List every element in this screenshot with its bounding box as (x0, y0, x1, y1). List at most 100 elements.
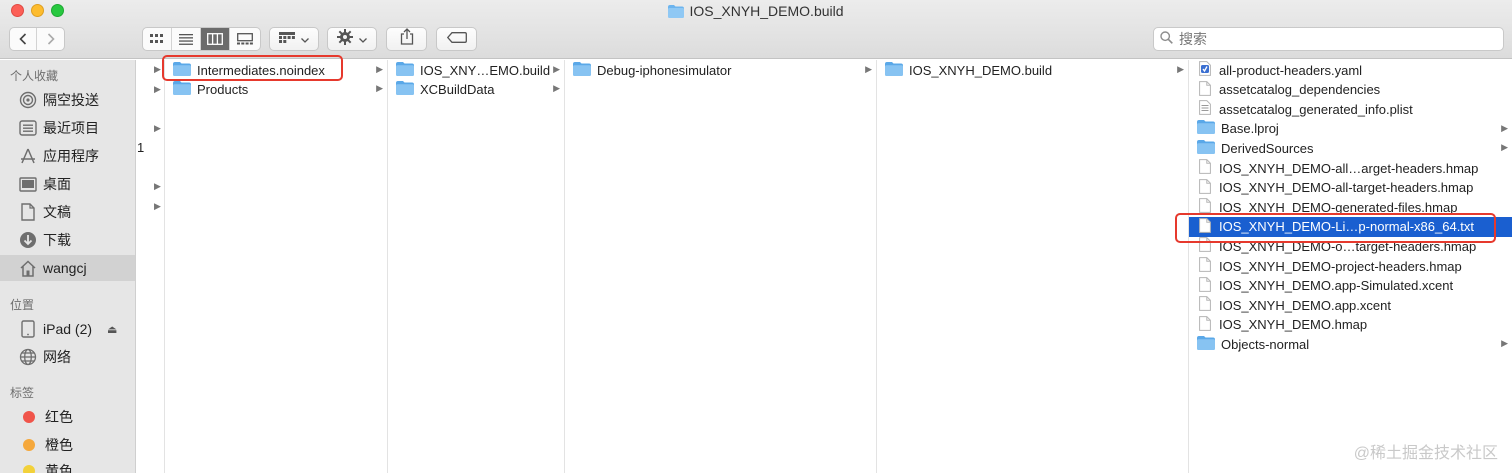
document-icon (1199, 159, 1211, 177)
sidebar-item-documents[interactable]: 文稿 (0, 199, 135, 225)
tag-button[interactable] (436, 27, 477, 51)
list-item[interactable]: IOS_XNYH_DEMO-project-headers.hmap (1189, 256, 1512, 276)
list-item[interactable]: IOS_XNYH_DEMO-Li…p-normal-x86_64.txt (1189, 216, 1512, 237)
airdrop-icon (19, 91, 37, 109)
sidebar-item-ipad[interactable]: iPad (2) ⏏ (0, 316, 135, 342)
list-item[interactable]: IOS_XNYH_DEMO.app.xcent (1189, 295, 1512, 315)
disclosure-arrow-icon[interactable]: ▶ (154, 201, 161, 212)
action-menu-button[interactable] (327, 27, 377, 51)
chevron-down-icon (359, 30, 367, 48)
toolbar: IOS_XNYH_DEMO.build (0, 0, 1512, 59)
sidebar-section-tags: 标签 (10, 386, 35, 400)
list-item[interactable]: DerivedSources ▶ (1189, 138, 1512, 158)
sidebar-item-home[interactable]: wangcj (0, 255, 135, 281)
list-item[interactable]: Products ▶ (165, 79, 387, 99)
disclosure-arrow-icon: ▶ (376, 83, 383, 93)
item-name: IOS_XNYH_DEMO-Li…p-normal-x86_64.txt (1219, 219, 1475, 235)
document-icon (1199, 198, 1211, 216)
list-item[interactable]: all-product-headers.yaml (1189, 60, 1512, 80)
browser-column-2: IOS_XNY…EMO.build ▶ XCBuildData ▶ (388, 60, 565, 473)
share-button[interactable] (386, 27, 427, 51)
sidebar-item-label: 下载 (43, 232, 71, 248)
disclosure-arrow-icon: ▶ (1501, 142, 1508, 153)
list-item[interactable]: IOS_XNYH_DEMO-generated-files.hmap (1189, 197, 1512, 217)
list-item[interactable]: Intermediates.noindex ▶ (165, 60, 387, 80)
search-input[interactable] (1179, 31, 1479, 47)
document-icon (1199, 257, 1211, 275)
sidebar-item-desktop[interactable]: 桌面 (0, 171, 135, 197)
item-name: IOS_XNYH_DEMO.app.xcent (1219, 297, 1391, 313)
item-name: IOS_XNYH_DEMO-all-target-headers.hmap (1219, 180, 1474, 196)
item-name: IOS_XNYH_DEMO-generated-files.hmap (1219, 199, 1458, 215)
list-item[interactable]: assetcatalog_generated_info.plist (1189, 99, 1512, 119)
watermark: @稀土掘金技术社区 (1353, 445, 1498, 462)
share-icon (400, 28, 414, 50)
disclosure-arrow-icon[interactable]: ▶ (154, 64, 161, 75)
list-item[interactable]: assetcatalog_dependencies (1189, 80, 1512, 100)
icon-view-icon[interactable] (143, 28, 172, 50)
list-item[interactable]: IOS_XNY…EMO.build ▶ (388, 60, 564, 80)
list-item[interactable]: XCBuildData ▶ (388, 79, 564, 99)
home-icon (19, 259, 37, 277)
list-view-icon[interactable] (172, 28, 201, 50)
item-name: IOS_XNYH_DEMO.build (909, 62, 1053, 78)
folder-icon (173, 61, 191, 79)
gallery-view-icon[interactable] (230, 28, 259, 50)
list-item[interactable]: Base.lproj ▶ (1189, 119, 1512, 139)
sidebar-item-tag-yellow[interactable]: 黄色 (0, 458, 135, 473)
sidebar-item-downloads[interactable]: 下载 (0, 227, 135, 253)
disclosure-arrow-icon: ▶ (1501, 122, 1508, 133)
ipad-icon (19, 320, 37, 338)
sidebar-item-label: 桌面 (43, 176, 71, 192)
column-item-label: 1 (137, 140, 145, 155)
item-name: assetcatalog_dependencies (1219, 82, 1381, 98)
chevron-left-icon[interactable] (10, 28, 37, 50)
disclosure-arrow-icon[interactable]: ▶ (154, 84, 161, 95)
document-icon (1199, 296, 1211, 314)
sidebar-item-label: 橙色 (45, 437, 73, 453)
item-name: all-product-headers.yaml (1219, 62, 1363, 78)
item-name: IOS_XNYH_DEMO.app-Simulated.xcent (1219, 278, 1454, 294)
eject-icon[interactable]: ⏏ (107, 323, 117, 336)
folder-icon (1197, 120, 1215, 137)
list-item[interactable]: Objects-normal ▶ (1189, 334, 1512, 354)
document-icon (1199, 80, 1211, 99)
sidebar-item-label: 黄色 (45, 463, 73, 473)
yellow-tag-icon (23, 465, 35, 473)
item-name: Base.lproj (1221, 121, 1279, 137)
browser-column-0[interactable]: ▶ ▶ ▶ 1 ▶ ▶ (137, 60, 165, 473)
column-view-icon[interactable] (201, 28, 230, 50)
gear-icon (337, 28, 353, 50)
window-title-bar: IOS_XNYH_DEMO.build (0, 3, 1512, 21)
sidebar-item-recents[interactable]: 最近项目 (0, 115, 135, 141)
disclosure-arrow-icon[interactable]: ▶ (154, 181, 161, 192)
yaml-file-icon (1199, 61, 1211, 79)
item-name: IOS_XNYH_DEMO-all…arget-headers.hmap (1219, 160, 1479, 176)
sidebar-item-tag-orange[interactable]: 橙色 (0, 432, 135, 458)
group-by-button[interactable] (269, 27, 319, 51)
sidebar-section-favorites: 个人收藏 (10, 69, 59, 83)
list-item[interactable]: IOS_XNYH_DEMO-all-target-headers.hmap (1189, 178, 1512, 198)
item-name: IOS_XNY…EMO.build (420, 62, 551, 78)
list-item[interactable]: IOS_XNYH_DEMO.app-Simulated.xcent (1189, 276, 1512, 296)
document-icon (1199, 276, 1211, 295)
sidebar: 个人收藏 隔空投送 最近项目 应用程序 桌面 文稿 下载 wangcj 位置 i… (0, 60, 136, 473)
chevron-right-icon[interactable] (37, 28, 64, 50)
item-name: XCBuildData (420, 81, 495, 97)
sidebar-item-label: iPad (2) (43, 321, 93, 337)
sidebar-item-tag-red[interactable]: 红色 (0, 404, 135, 430)
sidebar-item-network[interactable]: 网络 (0, 344, 135, 370)
list-item[interactable]: IOS_XNYH_DEMO-all…arget-headers.hmap (1189, 158, 1512, 178)
orange-tag-icon (23, 439, 35, 451)
list-item[interactable]: Debug-iphonesimulator ▶ (565, 60, 876, 80)
list-item[interactable]: IOS_XNYH_DEMO-o…target-headers.hmap (1189, 236, 1512, 256)
search-field[interactable] (1153, 27, 1504, 51)
list-item[interactable]: IOS_XNYH_DEMO.build ▶ (877, 60, 1188, 80)
document-icon (1199, 178, 1211, 197)
sidebar-item-applications[interactable]: 应用程序 (0, 143, 135, 169)
folder-icon (573, 61, 591, 79)
disclosure-arrow-icon[interactable]: ▶ (154, 123, 161, 134)
list-item[interactable]: IOS_XNYH_DEMO.hmap (1189, 315, 1512, 335)
sidebar-item-airdrop[interactable]: 隔空投送 (0, 87, 135, 113)
browser-column-3: Debug-iphonesimulator ▶ (565, 60, 877, 473)
